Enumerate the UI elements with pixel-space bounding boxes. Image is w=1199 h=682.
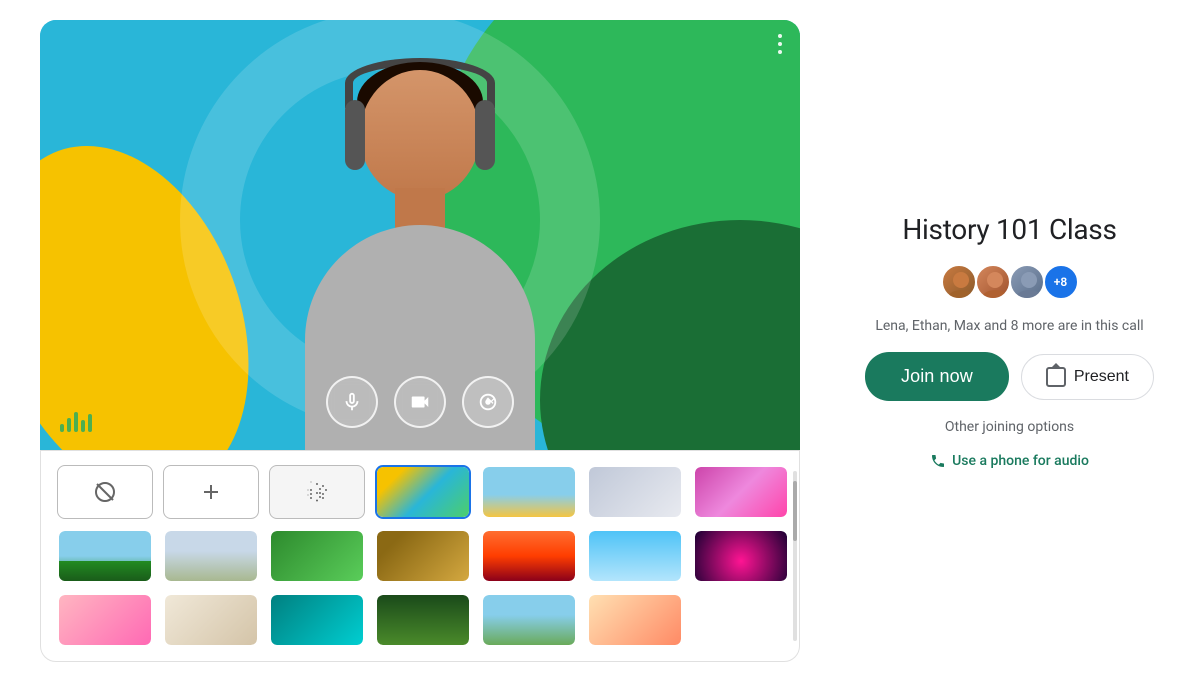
person-head xyxy=(360,70,480,200)
bg-thumb-architecture[interactable] xyxy=(587,465,683,519)
dot xyxy=(778,42,782,46)
bg-thumb-livingroom[interactable] xyxy=(163,593,259,647)
bg-thumb-forest[interactable] xyxy=(269,529,365,583)
effects-button[interactable] xyxy=(462,376,514,428)
video-preview xyxy=(40,20,800,450)
bg-thumb-flowers[interactable] xyxy=(57,593,153,647)
bg-thumb-warmroom[interactable] xyxy=(587,593,683,647)
bg-thumb-bluesky[interactable] xyxy=(587,529,683,583)
mic-button[interactable] xyxy=(326,376,378,428)
present-button[interactable]: Present xyxy=(1021,354,1154,400)
dot xyxy=(778,50,782,54)
main-container: History 101 Class +8 xyxy=(0,0,1199,682)
bg-thumb-sunset[interactable] xyxy=(481,529,577,583)
effects-icon xyxy=(477,391,499,413)
join-actions: Join now Present xyxy=(865,352,1154,401)
add-bg-icon xyxy=(199,480,223,504)
bg-thumb-fireworks[interactable] xyxy=(693,529,789,583)
present-icon xyxy=(1046,367,1066,387)
audio-bar-3 xyxy=(74,412,78,432)
bg-blur-button[interactable] xyxy=(269,465,365,519)
bg-thumb-forestpath[interactable] xyxy=(375,593,471,647)
bg-thumb-beach[interactable] xyxy=(57,529,153,583)
phone-audio-link[interactable]: Use a phone for audio xyxy=(930,453,1089,469)
bg-thumb-horses[interactable] xyxy=(163,529,259,583)
dot xyxy=(778,34,782,38)
avatar-2 xyxy=(975,264,1011,300)
bg-thumb-landscape[interactable] xyxy=(481,593,577,647)
avatar-1 xyxy=(941,264,977,300)
camera-icon xyxy=(409,391,431,413)
bg-thumb-teal[interactable] xyxy=(269,593,365,647)
join-now-button[interactable]: Join now xyxy=(865,352,1009,401)
headphone-right xyxy=(475,100,495,170)
camera-button[interactable] xyxy=(394,376,446,428)
audio-bar-1 xyxy=(60,424,64,432)
bg-thumb-library[interactable] xyxy=(375,529,471,583)
blur-icon xyxy=(305,480,329,504)
audio-bar-2 xyxy=(67,418,71,432)
bg-row-2 xyxy=(57,529,783,583)
phone-icon xyxy=(930,453,946,469)
left-panel xyxy=(40,20,800,662)
video-menu-button[interactable] xyxy=(778,34,782,54)
scrollbar-thumb[interactable] xyxy=(793,481,797,541)
right-panel: History 101 Class +8 xyxy=(860,213,1160,469)
bg-thumb-colorful[interactable] xyxy=(375,465,471,519)
video-controls xyxy=(326,376,514,428)
participants-avatars: +8 xyxy=(941,264,1079,300)
audio-indicator xyxy=(60,412,92,432)
scrollbar[interactable] xyxy=(793,471,797,641)
bg-thumb-pink[interactable] xyxy=(693,465,789,519)
bg-add-button[interactable] xyxy=(163,465,259,519)
avatar-3 xyxy=(1009,264,1045,300)
bg-row-1 xyxy=(57,465,783,519)
no-bg-icon xyxy=(93,480,117,504)
other-options-label: Other joining options xyxy=(945,419,1074,435)
phone-audio-label: Use a phone for audio xyxy=(952,453,1089,469)
background-selector xyxy=(40,450,800,662)
bg-thumb-ocean[interactable] xyxy=(481,465,577,519)
mic-icon xyxy=(341,391,363,413)
meeting-title: History 101 Class xyxy=(902,213,1116,246)
headphone-left xyxy=(345,100,365,170)
bg-none-button[interactable] xyxy=(57,465,153,519)
present-label: Present xyxy=(1074,368,1129,386)
avatar-count: +8 xyxy=(1043,264,1079,300)
participants-text: Lena, Ethan, Max and 8 more are in this … xyxy=(875,318,1143,334)
bg-row-3 xyxy=(57,593,783,647)
audio-bar-4 xyxy=(81,420,85,432)
audio-bar-5 xyxy=(88,414,92,432)
